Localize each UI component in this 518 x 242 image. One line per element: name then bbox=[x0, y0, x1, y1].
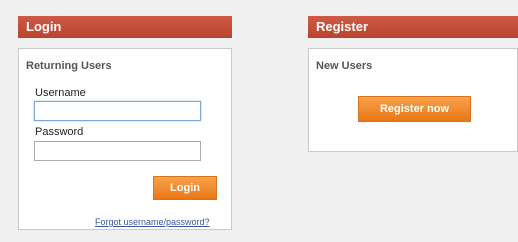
register-panel-header: Register bbox=[308, 16, 518, 38]
forgot-password-link[interactable]: Forgot username/password? bbox=[95, 217, 210, 227]
login-button[interactable]: Login bbox=[153, 176, 217, 200]
new-users-heading: New Users bbox=[316, 60, 373, 72]
password-input[interactable] bbox=[34, 141, 201, 161]
login-title: Login bbox=[26, 19, 62, 34]
register-now-button[interactable]: Register now bbox=[358, 96, 471, 122]
username-label: Username bbox=[35, 87, 86, 99]
username-input[interactable] bbox=[34, 101, 201, 121]
login-panel bbox=[18, 48, 232, 230]
login-panel-header: Login bbox=[18, 16, 232, 38]
password-label: Password bbox=[35, 126, 84, 138]
register-title: Register bbox=[316, 19, 369, 34]
returning-users-heading: Returning Users bbox=[26, 60, 112, 72]
